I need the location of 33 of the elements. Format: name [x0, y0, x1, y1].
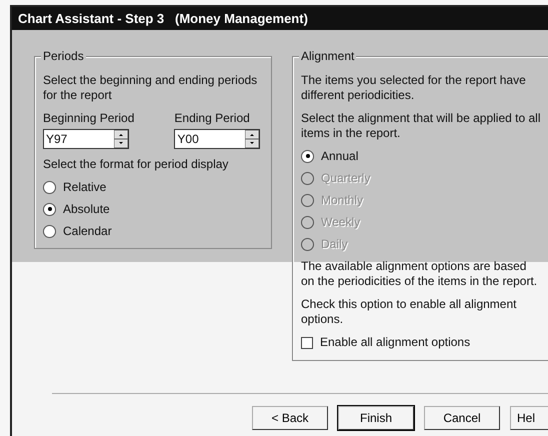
radio-button[interactable]	[301, 150, 314, 162]
field-label: Beginning Period	[43, 111, 134, 126]
alignment-note: The available alignment options are based on the periodicities of the items in the report.	[301, 259, 538, 289]
dialog-button[interactable]: Finish	[338, 406, 414, 430]
radio-label: Annual	[321, 149, 358, 163]
dialog-button[interactable]: Hel	[510, 406, 548, 430]
radio-label: Monthly	[321, 193, 364, 207]
alignment-prompt: Select the alignment that will be applied to all items in the report.	[301, 111, 541, 141]
period-spinbox[interactable]: Y00	[174, 129, 260, 149]
dialog-button[interactable]: Cancel	[424, 406, 500, 430]
radio-button[interactable]	[43, 202, 56, 216]
radio-label: Calendar	[63, 224, 112, 238]
group-title: Periods	[41, 49, 86, 63]
period-spinbox[interactable]: Y97	[43, 129, 129, 149]
radio-label: Quarterly	[321, 171, 370, 185]
checkbox-label: Enable all alignment options	[320, 335, 470, 350]
spin-arrows-icon[interactable]	[245, 130, 260, 148]
radio-label: Relative	[63, 180, 106, 194]
spin-arrows-icon[interactable]	[114, 130, 128, 148]
checkbox[interactable]	[301, 336, 313, 348]
field-label: Ending Period	[174, 111, 251, 126]
check-hint: Check this option to enable all alignment options.	[301, 297, 518, 327]
window-title: Chart Assistant - Step 3 (Money Management)	[12, 7, 548, 30]
dialog-button[interactable]: < Back	[252, 406, 328, 430]
alignment-intro: The items you selected for the report have different periodicities.	[301, 73, 527, 103]
format-label: Select the format for period display	[43, 157, 230, 172]
radio-label: Weekly	[321, 215, 360, 229]
radio-label: Daily	[321, 237, 348, 251]
group-title: Alignment	[299, 49, 356, 63]
radio-button[interactable]	[43, 180, 56, 194]
radio-label: Absolute	[63, 202, 110, 216]
periods-intro: Select the beginning and ending periods for the report	[43, 73, 258, 103]
radio-button[interactable]	[43, 224, 56, 238]
